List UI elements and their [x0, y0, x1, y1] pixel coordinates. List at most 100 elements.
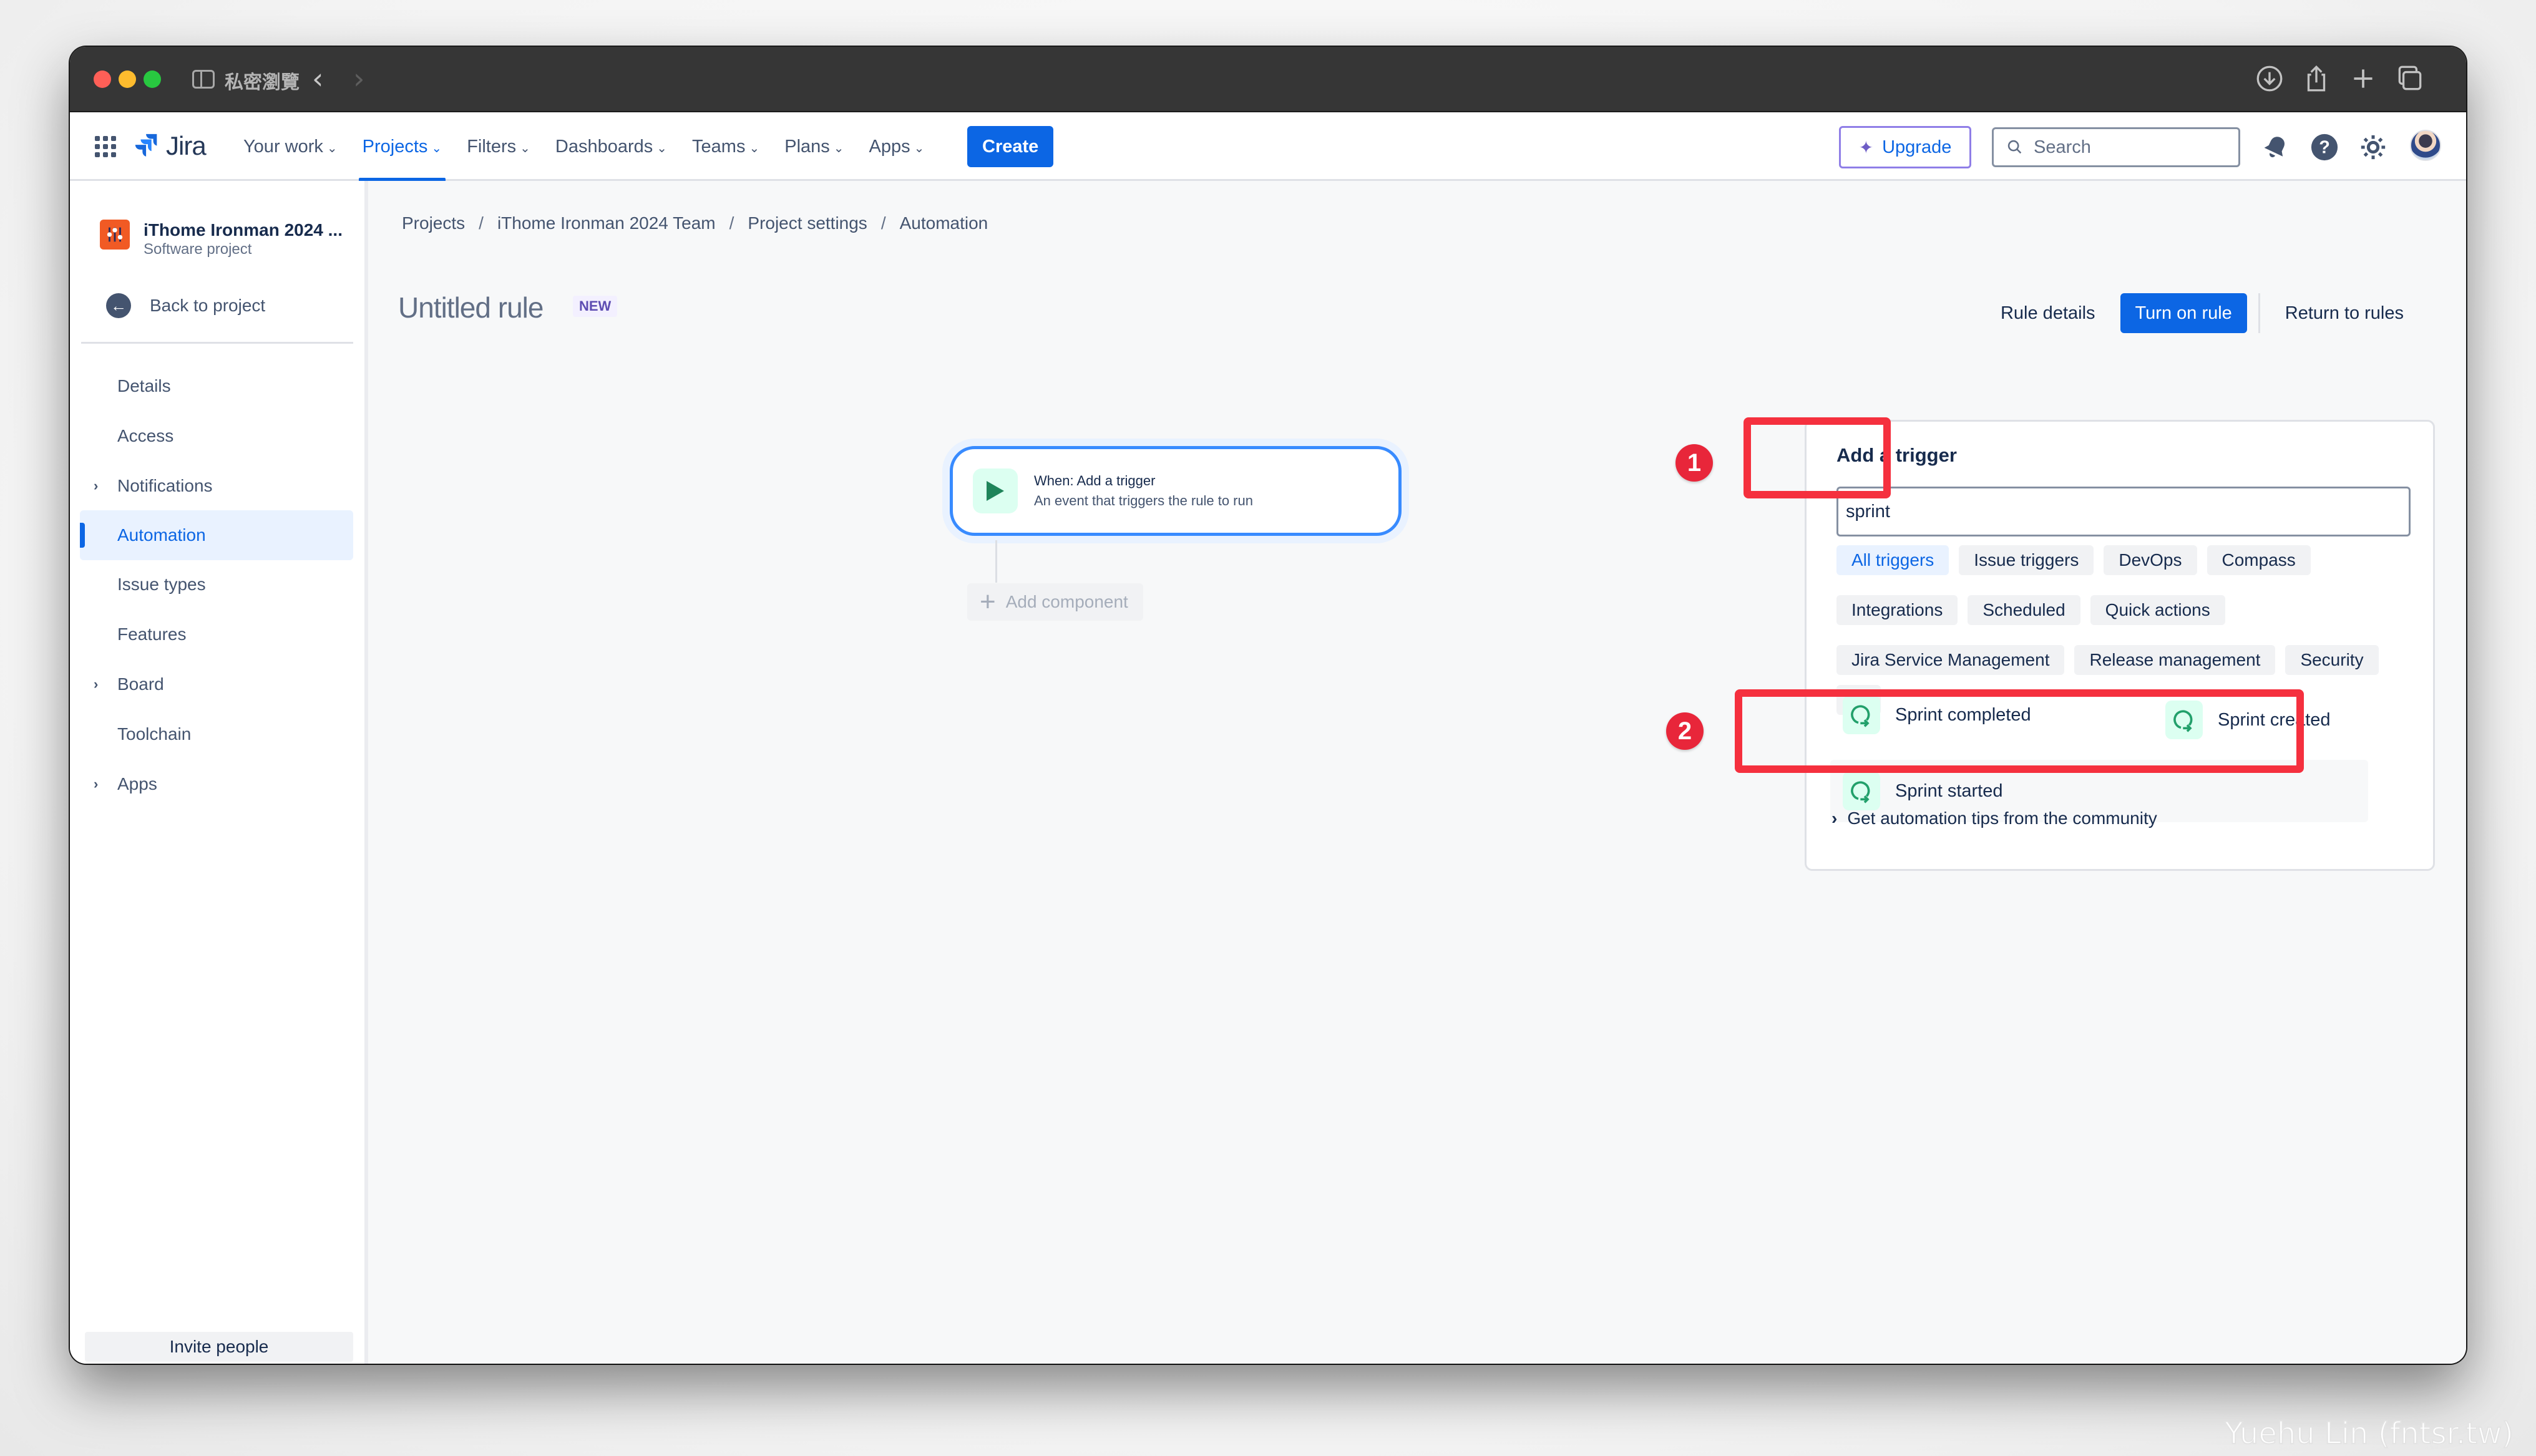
project-header[interactable]: iThome Ironman 2024 ... Software project — [100, 220, 343, 258]
sidebar-item-label: Notifications — [117, 476, 213, 495]
project-avatar-icon — [100, 220, 130, 250]
search-input[interactable]: Search — [1992, 127, 2240, 167]
turn-on-rule-button[interactable]: Turn on rule — [2120, 293, 2247, 333]
sidebar-item-board[interactable]: › Board — [80, 666, 353, 702]
nav-plans[interactable]: Plans ⌄ — [784, 112, 844, 181]
sidebar-item-label: Features — [117, 624, 187, 644]
sprint-icon — [1843, 772, 1880, 810]
add-component-label: Add component — [1005, 592, 1128, 611]
chip-integrations[interactable]: Integrations — [1836, 595, 1958, 625]
trigger-result-label: Sprint started — [1895, 780, 2003, 801]
chevron-right-icon[interactable]: › — [94, 676, 98, 692]
chip-jira-service-management[interactable]: Jira Service Management — [1836, 645, 2065, 675]
breadcrumb: Projects / iThome Ironman 2024 Team / Pr… — [402, 213, 988, 233]
chip-scheduled[interactable]: Scheduled — [1968, 595, 2080, 625]
settings-icon[interactable] — [2359, 133, 2387, 162]
annotation-badge-1: 1 — [1675, 444, 1713, 482]
sidebar-item-issue-types[interactable]: Issue types — [80, 566, 353, 603]
sidebar-item-label: Apps — [117, 774, 157, 794]
sidebar-item-details[interactable]: Details — [80, 368, 353, 404]
nav-label: Filters — [467, 136, 517, 157]
sparkle-icon: ✦ — [1858, 137, 1874, 157]
back-to-project-link[interactable]: ← Back to project — [106, 293, 265, 318]
nav-label: Your work — [243, 136, 323, 157]
share-icon[interactable] — [2301, 63, 2332, 94]
breadcrumb-separator: / — [479, 213, 484, 233]
chip-release-management[interactable]: Release management — [2074, 645, 2276, 675]
close-window-button[interactable] — [94, 70, 111, 88]
rule-title[interactable]: Untitled rule — [398, 291, 544, 324]
sidebar-item-apps[interactable]: › Apps — [80, 766, 353, 802]
top-navigation: Jira Your work ⌄ Projects ⌄ Filters ⌄ Dashb… — [70, 112, 2466, 183]
return-to-rules-button[interactable]: Return to rules — [2273, 293, 2416, 333]
chip-security[interactable]: Security — [2285, 645, 2379, 675]
breadcrumb-separator: / — [880, 213, 886, 233]
sidebar-item-label: Details — [117, 376, 171, 396]
back-icon[interactable]: ‹ — [312, 62, 323, 95]
nav-apps[interactable]: Apps ⌄ — [869, 112, 925, 181]
project-name: iThome Ironman 2024 ... — [144, 220, 343, 240]
sidebar-item-notifications[interactable]: › Notifications — [80, 468, 353, 504]
breadcrumb-automation[interactable]: Automation — [900, 213, 988, 233]
chip-all-triggers[interactable]: All triggers — [1836, 545, 1949, 575]
sidebar-item-label: Access — [117, 426, 174, 445]
chip-quick-actions[interactable]: Quick actions — [2090, 595, 2225, 625]
app-switcher-icon[interactable] — [95, 136, 116, 157]
chip-devops[interactable]: DevOps — [2104, 545, 2197, 575]
forward-icon[interactable]: › — [353, 62, 364, 95]
sidebar-item-label: Board — [117, 674, 164, 694]
actions-divider — [2258, 293, 2260, 333]
trigger-node[interactable]: When: Add a trigger An event that trigge… — [950, 446, 1402, 536]
annotation-badge-2: 2 — [1666, 712, 1704, 750]
tabs-overview-icon[interactable] — [2394, 63, 2426, 94]
create-button[interactable]: Create — [967, 126, 1054, 167]
jira-logo-icon — [135, 133, 157, 157]
help-icon[interactable]: ? — [2310, 133, 2339, 162]
breadcrumb-projects[interactable]: Projects — [402, 213, 465, 233]
sidebar-item-label: Issue types — [117, 575, 206, 594]
community-tips-label: Get automation tips from the community — [1847, 808, 2157, 828]
maximize-window-button[interactable] — [144, 70, 161, 88]
chip-issue-triggers[interactable]: Issue triggers — [1959, 545, 2094, 575]
chevron-right-icon[interactable]: › — [94, 776, 98, 792]
nav-label: Plans — [784, 136, 830, 157]
chip-compass[interactable]: Compass — [2207, 545, 2311, 575]
browser-titlebar: 私密瀏覽 ‹ › — [70, 47, 2466, 112]
nav-label: Dashboards — [555, 136, 653, 157]
arrow-left-icon: ← — [106, 293, 131, 318]
notifications-icon[interactable] — [2261, 133, 2290, 162]
chevron-down-icon: ⌄ — [520, 141, 530, 155]
sidebar-item-access[interactable]: Access — [80, 418, 353, 454]
avatar[interactable] — [2410, 130, 2441, 161]
sidebar-toggle-icon[interactable] — [192, 70, 215, 89]
nav-dashboards[interactable]: Dashboards ⌄ — [555, 112, 667, 181]
trigger-search-input[interactable] — [1836, 487, 2411, 536]
breadcrumb-project-settings[interactable]: Project settings — [748, 213, 867, 233]
nav-teams[interactable]: Teams ⌄ — [692, 112, 759, 181]
community-tips-link[interactable]: › Get automation tips from the community — [1831, 808, 2157, 828]
sidebar-item-automation[interactable]: Automation — [80, 510, 353, 560]
nav-filters[interactable]: Filters ⌄ — [467, 112, 530, 181]
annotation-box-1 — [1744, 417, 1891, 498]
search-placeholder: Search — [2034, 137, 2091, 157]
sidebar-item-toolchain[interactable]: Toolchain — [80, 716, 353, 752]
chevron-right-icon: › — [1831, 808, 1838, 828]
nav-projects[interactable]: Projects ⌄ — [358, 112, 446, 183]
breadcrumb-project[interactable]: iThome Ironman 2024 Team — [497, 213, 716, 233]
jira-logo[interactable]: Jira — [135, 131, 207, 161]
chevron-right-icon[interactable]: › — [94, 478, 98, 494]
nav-your-work[interactable]: Your work ⌄ — [243, 112, 338, 181]
chevron-down-icon: ⌄ — [431, 141, 442, 155]
chevron-down-icon: ⌄ — [326, 141, 338, 155]
plus-icon: + — [980, 586, 996, 617]
new-tab-icon[interactable] — [2348, 63, 2379, 94]
minimize-window-button[interactable] — [119, 70, 136, 88]
download-icon[interactable] — [2254, 63, 2285, 94]
invite-people-button[interactable]: Invite people — [85, 1332, 353, 1362]
add-component-button[interactable]: + Add component — [967, 583, 1143, 621]
upgrade-button[interactable]: ✦ Upgrade — [1839, 126, 1971, 168]
rule-details-button[interactable]: Rule details — [1988, 293, 2108, 333]
sidebar-item-label: Toolchain — [117, 724, 192, 744]
sidebar-item-features[interactable]: Features — [80, 616, 353, 653]
watermark: Yuehu Lin (fntsr.tw) — [2224, 1415, 2514, 1452]
